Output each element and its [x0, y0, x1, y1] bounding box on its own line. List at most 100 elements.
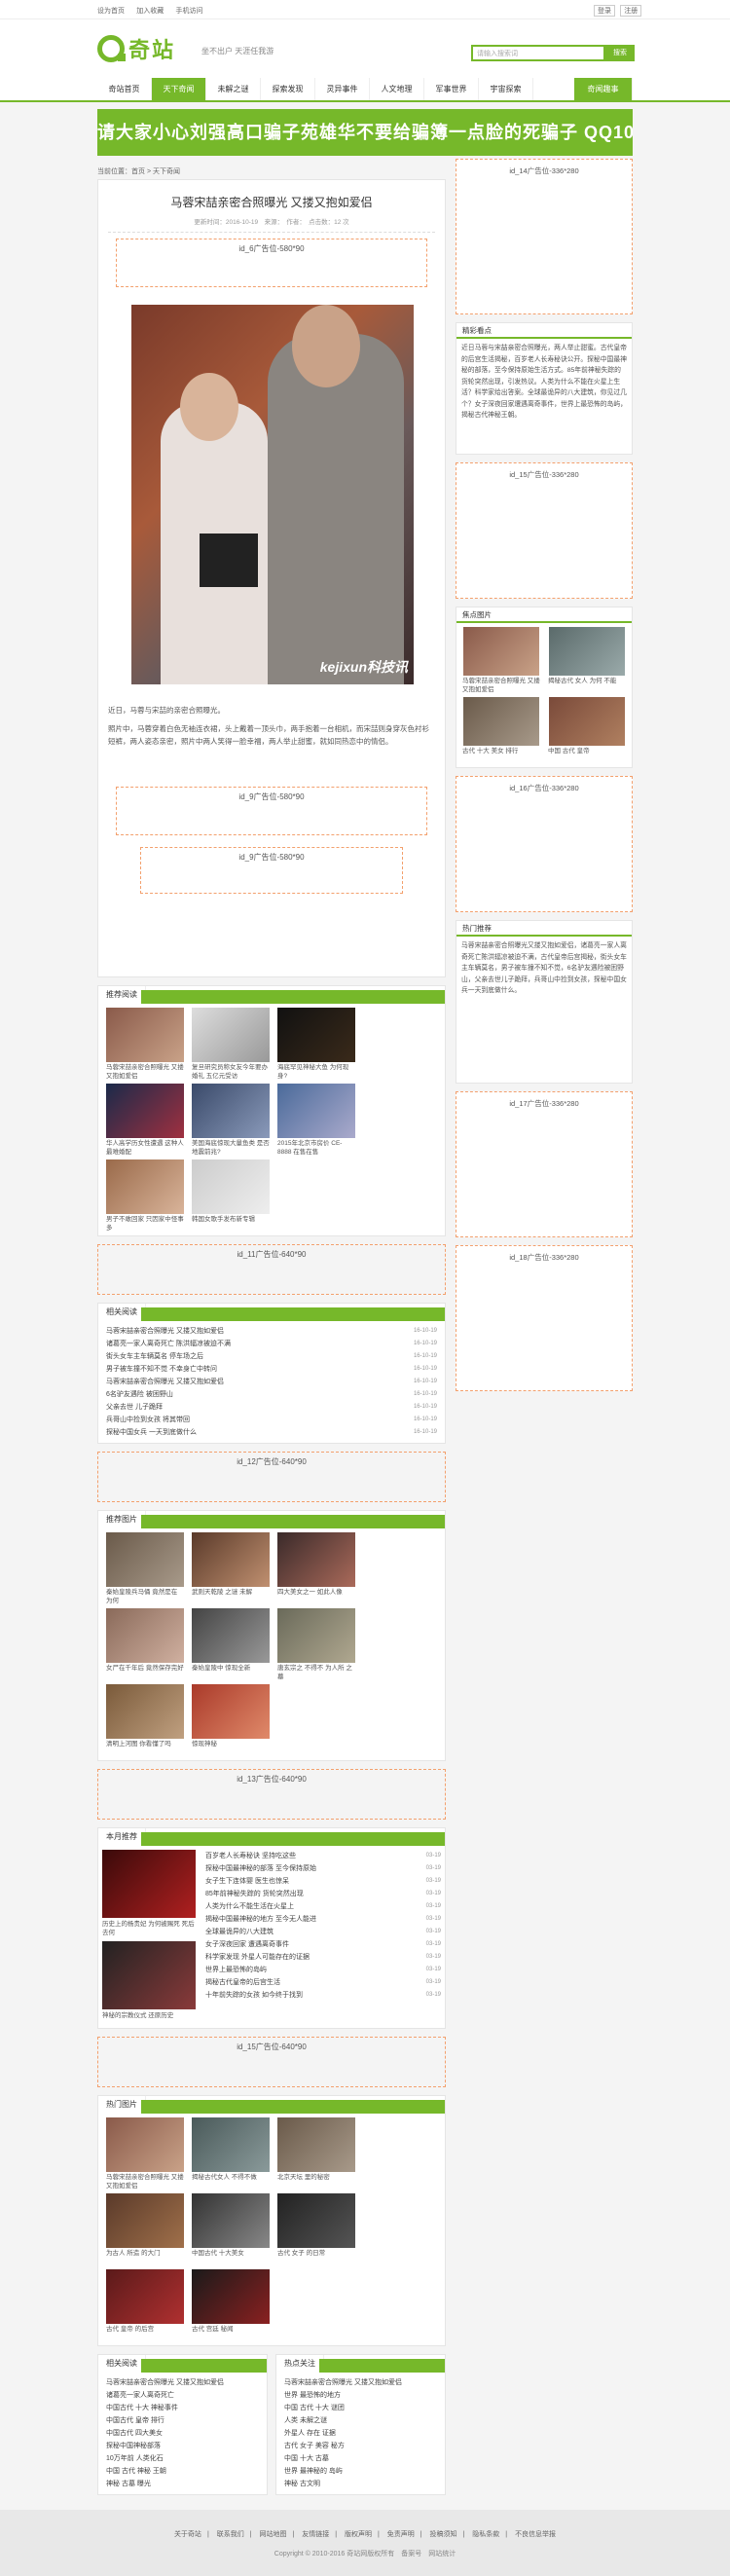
list-item[interactable]: 兵哥山中捡到女孩 将其带回 16-10-19 [106, 1414, 437, 1426]
footer-link[interactable]: 友情链接 [302, 2531, 329, 2538]
search-input[interactable]: 请输入搜索词 [471, 45, 605, 61]
list-item[interactable]: 6名驴友遇险 被困野山 16-10-19 [106, 1388, 437, 1401]
list-item[interactable]: 10万年前 人类化石 [106, 2452, 259, 2465]
register-button[interactable]: 注册 [620, 5, 642, 17]
top-link-home[interactable]: 设为首页 [97, 8, 125, 15]
list-item[interactable]: 神秘 古文明 [284, 2478, 437, 2490]
thumb-item[interactable]: 秦始皇陵兵马俑 竟然是在 为何 [103, 1532, 187, 1604]
ad-slot[interactable]: id_16广告位-336*280 [456, 776, 633, 912]
thumb-item[interactable]: 古代 宫廷 秘闻 [189, 2269, 273, 2341]
list-item[interactable]: 百岁老人长寿秘诀 坚持吃这些 03-19 [205, 1850, 441, 1862]
list-item[interactable]: 人类为什么不能生活在火星上 03-19 [205, 1900, 441, 1913]
side-news-text[interactable]: 近日马蓉与宋喆亲密合照曝光，两人举止甜蜜。古代皇帝的后宫生活揭秘，百岁老人长寿秘… [456, 339, 632, 454]
thumb-item[interactable]: 复旦研究员称女友今年要办婚礼 五亿元受访 [189, 1008, 273, 1080]
ad-slot[interactable]: id_6广告位-580*90 [116, 239, 427, 287]
list-item[interactable]: 马蓉宋喆亲密合照曝光 又搂又抱如爱侣 16-10-19 [106, 1325, 437, 1338]
list-item[interactable]: 父亲去世 儿子跪拜 16-10-19 [106, 1401, 437, 1414]
thumb-item[interactable]: 古代 女子 的日常 [274, 2193, 358, 2265]
list-item[interactable]: 中国 古代 神秘 王朝 [106, 2465, 259, 2478]
list-item[interactable]: 马蓉宋喆亲密合照曝光 又搂又抱如爱侣 [284, 2376, 437, 2389]
ad-slot[interactable]: id_11广告位-640*90 [97, 1244, 446, 1295]
list-item[interactable]: 中国古代 十大 神秘事件 [106, 2402, 259, 2414]
list-item[interactable]: 探秘中国最神秘的部落 至今保持原始 03-19 [205, 1862, 441, 1875]
thumb-item[interactable]: 华人高学历女性遭遇 这种人最难婚配 [103, 1084, 187, 1156]
list-item[interactable]: 神秘 古墓 曝光 [106, 2478, 259, 2490]
thumb-item[interactable]: 清明上河图 你看懂了吗 [103, 1684, 187, 1756]
list-item[interactable]: 外星人 存在 证据 [284, 2427, 437, 2440]
breadcrumb[interactable]: 当前位置：首页 > 天下奇闻 [97, 166, 180, 176]
thumb-item[interactable]: 古代 十大 美女 排行 [459, 697, 543, 763]
nav-item-news[interactable]: 天下奇闻 [152, 78, 206, 100]
list-item[interactable]: 世界 最恐怖的地方 [284, 2389, 437, 2402]
thumb-item[interactable]: 武则天乾陵 之谜 未解 [189, 1532, 273, 1604]
thumb-item[interactable]: 北京天坛 里的秘密 [274, 2117, 358, 2190]
thumb-item[interactable]: 马蓉宋喆亲密合照曝光 又搂又抱如爱侣 [103, 2117, 187, 2190]
thumb-item[interactable]: 海底罕见神秘大鱼 为何现身? [274, 1008, 358, 1080]
nav-item-geography[interactable]: 人文地理 [370, 78, 424, 100]
list-item[interactable]: 85年前神秘失踪的 货轮突然出现 03-19 [205, 1888, 441, 1900]
ad-slot[interactable]: id_15广告位-640*90 [97, 2037, 446, 2087]
thumb-item[interactable]: 女尸在千年后 竟然保存完好 [103, 1608, 187, 1680]
feature-caption[interactable]: 历史上的杨贵妃 为何被赐死 死后去何 [102, 1920, 200, 1937]
site-logo[interactable]: 奇站 [97, 33, 175, 64]
ad-slot[interactable]: id_9广告位-580*90 [140, 847, 403, 894]
thumb-item[interactable]: 为古人 所造 的大门 [103, 2193, 187, 2265]
feature-image[interactable] [102, 1850, 196, 1918]
list-item[interactable]: 中国 古代 十大 谜团 [284, 2402, 437, 2414]
nav-item-discovery[interactable]: 探索发现 [261, 78, 315, 100]
top-link-mobile[interactable]: 手机访问 [175, 8, 202, 15]
side-hot-text[interactable]: 马蓉宋喆亲密合照曝光又搂又抱如爱侣，诸葛亮一家人离奇死亡陈洪辐凉被迫不满，古代皇… [456, 937, 632, 1083]
thumb-item[interactable]: 马蓉宋喆亲密合照曝光 又搂又抱如爱侣 [459, 627, 543, 693]
footer-link[interactable]: 版权声明 [345, 2531, 372, 2538]
list-item[interactable]: 人类 未解之谜 [284, 2414, 437, 2427]
list-item[interactable]: 中国 十大 古墓 [284, 2452, 437, 2465]
thumb-item[interactable]: 美国海底惊现大量鱼类 是否地震前兆? [189, 1084, 273, 1156]
footer-link[interactable]: 隐私条款 [472, 2531, 499, 2538]
thumb-item[interactable]: 古代 皇帝 的后宫 [103, 2269, 187, 2341]
list-item[interactable]: 世界 最神秘的 岛屿 [284, 2465, 437, 2478]
footer-link[interactable]: 不良信息举报 [515, 2531, 556, 2538]
list-item[interactable]: 中国古代 皇帝 排行 [106, 2414, 259, 2427]
feature-image[interactable] [102, 1941, 196, 2009]
list-item[interactable]: 男子被车撞不知不觉 不幸身亡中转问 16-10-19 [106, 1363, 437, 1376]
top-link-favorite[interactable]: 加入收藏 [136, 8, 164, 15]
feature-caption[interactable]: 神秘的宗教仪式 还原历史 [102, 2011, 200, 2020]
nav-item-supernatural[interactable]: 灵异事件 [315, 78, 370, 100]
nav-item-fun[interactable]: 奇闻趣事 [574, 78, 633, 100]
thumb-item[interactable]: 2015年北京市房价 CE-8888 在售在售 [274, 1084, 358, 1156]
ad-slot[interactable]: id_17广告位-336*280 [456, 1091, 633, 1237]
list-item[interactable]: 探秘中国女兵 一天到底做什么 16-10-19 [106, 1426, 437, 1439]
list-item[interactable]: 揭秘中国最神秘的地方 至今无人能进 03-19 [205, 1913, 441, 1926]
thumb-item[interactable]: 四大美女之一 如此人像 [274, 1532, 358, 1604]
footer-link[interactable]: 投稿须知 [430, 2531, 457, 2538]
list-item[interactable]: 诸葛亮一家人离奇死亡 陈洪辐凉被迫不满 16-10-19 [106, 1338, 437, 1350]
list-item[interactable]: 马蓉宋喆亲密合照曝光 又搂又抱如爱侣 16-10-19 [106, 1376, 437, 1388]
footer-link[interactable]: 网站地图 [259, 2531, 286, 2538]
thumb-item[interactable]: 中国古代 十大美女 [189, 2193, 273, 2265]
footer-link[interactable]: 关于奇站 [174, 2531, 201, 2538]
search-button[interactable]: 搜索 [605, 45, 635, 61]
list-item[interactable]: 揭秘古代皇帝的后宫生活 03-19 [205, 1976, 441, 1989]
list-item[interactable]: 街头女车主车辆莫名 停车场之后 16-10-19 [106, 1350, 437, 1363]
ad-slot[interactable]: id_18广告位-336*280 [456, 1245, 633, 1391]
list-item[interactable]: 马蓉宋喆亲密合照曝光 又搂又抱如爱侣 [106, 2376, 259, 2389]
thumb-item[interactable]: 唐玄宗之 不得不 为人所 之墓 [274, 1608, 358, 1680]
list-item[interactable]: 诸葛亮一家人离奇死亡 [106, 2389, 259, 2402]
list-item[interactable]: 全球最诡异的八大建筑 03-19 [205, 1926, 441, 1938]
thumb-item[interactable]: 揭秘古代 女人 为何 不能 [545, 627, 629, 693]
ad-slot[interactable]: id_13广告位-640*90 [97, 1769, 446, 1820]
list-item[interactable]: 中国古代 四大美女 [106, 2427, 259, 2440]
nav-item-space[interactable]: 宇宙探索 [479, 78, 533, 100]
footer-link[interactable]: 免责声明 [387, 2531, 415, 2538]
footer-link[interactable]: 联系我们 [217, 2531, 244, 2538]
list-item[interactable]: 科学家发现 外星人可能存在的证据 03-19 [205, 1951, 441, 1964]
list-item[interactable]: 女子深夜回家 遭遇离奇事件 03-19 [205, 1938, 441, 1951]
ad-slot[interactable]: id_9广告位-580*90 [116, 787, 427, 835]
thumb-item[interactable]: 男子不敢回家 只因家中怪事多 [103, 1159, 187, 1232]
list-item[interactable]: 女子生下连体婴 医生也惊呆 03-19 [205, 1875, 441, 1888]
list-item[interactable]: 探秘中国神秘部落 [106, 2440, 259, 2452]
thumb-item[interactable]: 马蓉宋喆亲密合照曝光 又搂又抱如爱侣 [103, 1008, 187, 1080]
login-button[interactable]: 登录 [594, 5, 615, 17]
thumb-item[interactable]: 秦始皇陵中 惊现全新 [189, 1608, 273, 1680]
thumb-item[interactable]: 中国 古代 皇帝 [545, 697, 629, 763]
